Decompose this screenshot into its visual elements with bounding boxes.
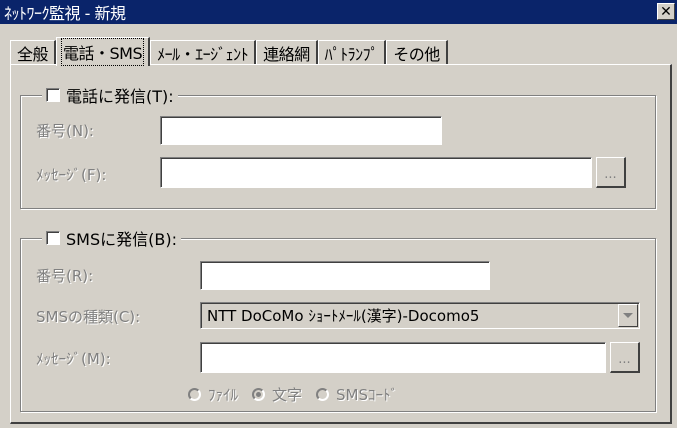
close-button[interactable]: ✕ [657, 3, 675, 20]
sms-format-radio-group: ﾌｧｲﾙ 文字 SMSｺｰﾄﾞ [188, 384, 412, 405]
tab-mail-agent[interactable]: ﾒｰﾙ・ｴｰｼﾞｪﾝﾄ [150, 40, 257, 64]
phone-checkbox[interactable] [46, 88, 60, 102]
sms-type-label: SMSの種類(C): [36, 308, 141, 326]
radio-button[interactable] [188, 388, 201, 401]
tab-strip: 全般 電話・SMS ﾒｰﾙ・ｴｰｼﾞｪﾝﾄ 連絡網 ﾊﾟﾄﾗﾝﾌﾟ その他 [10, 35, 448, 66]
tab-general[interactable]: 全般 [10, 40, 57, 64]
tab-phone-sms[interactable]: 電話・SMS [56, 37, 151, 66]
radio-button-selected[interactable] [252, 388, 266, 401]
tab-other[interactable]: その他 [386, 40, 448, 64]
phone-group-legend: 電話に発信(T): [42, 84, 178, 106]
ellipsis-icon: ... [604, 167, 617, 182]
title-bar: ﾈｯﾄﾜｰｸ監視 - 新規 ✕ [0, 0, 677, 24]
sms-group-legend: SMSに発信(B): [42, 227, 181, 249]
radio-text[interactable]: 文字 [252, 384, 302, 405]
close-icon: ✕ [660, 3, 672, 20]
tab-patlamp[interactable]: ﾊﾟﾄﾗﾝﾌﾟ [317, 40, 387, 64]
phone-number-field[interactable] [160, 116, 442, 145]
sms-type-value: NTT DoCoMo ｼｮｰﾄﾒｰﾙ(漢字)-Docomo5 [207, 307, 480, 325]
phone-message-field[interactable] [160, 157, 592, 188]
sms-checkbox[interactable] [46, 231, 60, 245]
sms-message-field[interactable] [200, 342, 606, 373]
phone-message-label: ﾒｯｾｰｼﾞ(F): [36, 166, 107, 184]
sms-number-field[interactable] [200, 261, 490, 290]
tab-contact-network[interactable]: 連絡網 [256, 40, 318, 64]
ellipsis-icon: ... [618, 352, 631, 367]
radio-sms-code[interactable]: SMSｺｰﾄﾞ [316, 384, 398, 405]
sms-checkbox-label: SMSに発信(B): [66, 230, 177, 249]
sms-message-browse-button[interactable]: ... [610, 342, 640, 373]
phone-number-label: 番号(N): [36, 122, 94, 140]
phone-message-browse-button[interactable]: ... [596, 157, 626, 188]
phone-checkbox-label: 電話に発信(T): [66, 87, 174, 106]
phone-group [20, 95, 656, 209]
radio-button[interactable] [316, 388, 330, 401]
sms-number-label: 番号(R): [36, 267, 94, 285]
window-title: ﾈｯﾄﾜｰｸ監視 - 新規 [4, 4, 126, 23]
radio-file[interactable]: ﾌｧｲﾙ [188, 384, 238, 405]
sms-type-select[interactable]: NTT DoCoMo ｼｮｰﾄﾒｰﾙ(漢字)-Docomo5 [200, 302, 640, 329]
sms-message-label: ﾒｯｾｰｼﾞ(M): [36, 350, 111, 368]
chevron-down-icon[interactable] [618, 304, 638, 327]
